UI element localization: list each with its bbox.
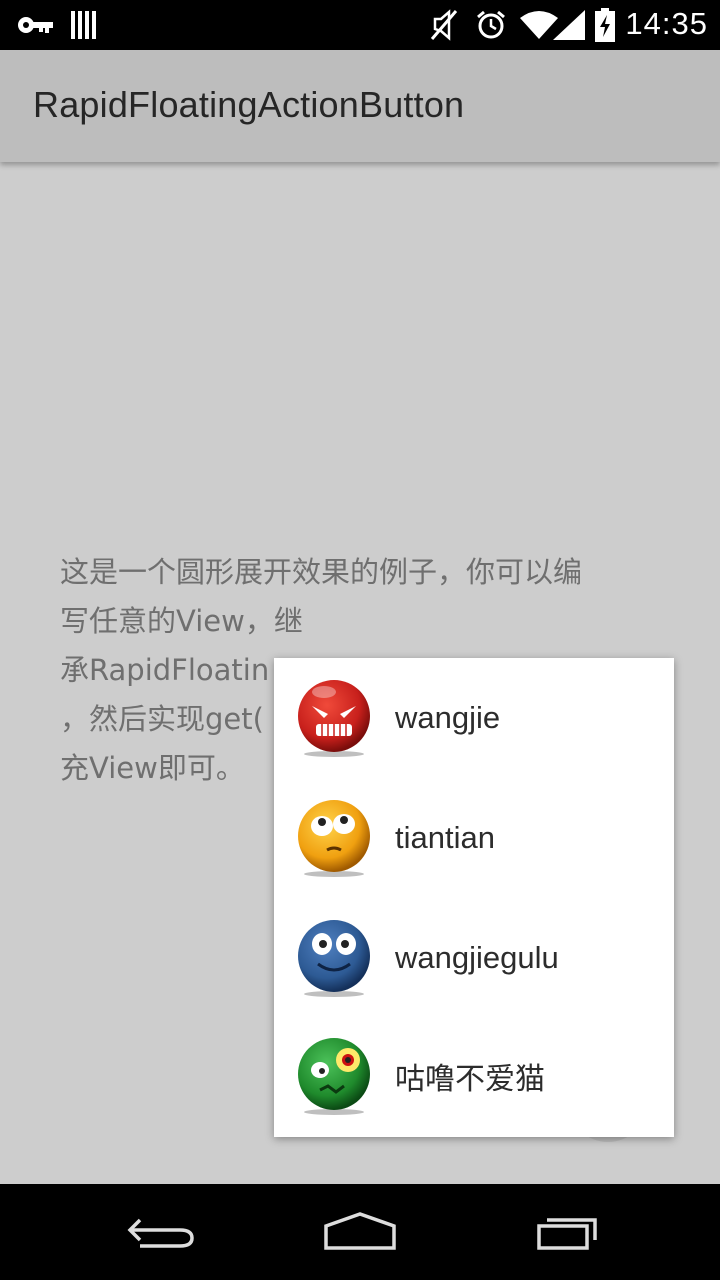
status-bar: 14:35	[0, 0, 720, 50]
battery-icon	[594, 8, 616, 42]
recents-icon[interactable]	[518, 1204, 608, 1260]
menu-item-label: wangjiegulu	[395, 940, 559, 975]
description-line: 这是一个圆形展开效果的例子，你可以编	[60, 555, 583, 589]
signal-icon	[552, 8, 586, 42]
orange-face-icon	[294, 798, 374, 878]
red-angry-face-icon	[294, 678, 374, 758]
navigation-bar	[0, 1184, 720, 1280]
menu-item-label: tiantian	[395, 820, 495, 855]
menu-item-gulu-cat[interactable]: 咕噜不爱猫	[274, 1016, 674, 1136]
fab-popup-menu: wangjie tiantian wangjiegulu 咕噜不爱猫	[274, 658, 674, 1137]
menu-item-label: wangjie	[395, 700, 501, 735]
app-title: RapidFloatingActionButton	[33, 84, 465, 125]
home-icon[interactable]	[315, 1204, 405, 1260]
menu-item-wangjie[interactable]: wangjie	[274, 658, 674, 778]
menu-item-wangjiegulu[interactable]: wangjiegulu	[274, 898, 674, 1018]
green-face-icon	[294, 1036, 374, 1116]
menu-item-tiantian[interactable]: tiantian	[274, 778, 674, 898]
menu-item-label: 咕噜不爱猫	[395, 1062, 545, 1097]
key-icon	[16, 8, 56, 42]
status-time: 14:35	[625, 6, 708, 41]
alarm-icon	[474, 8, 508, 42]
blue-face-icon	[294, 918, 374, 998]
mute-icon	[428, 8, 460, 42]
back-icon[interactable]	[116, 1204, 206, 1260]
action-bar: RapidFloatingActionButton	[0, 50, 720, 162]
description-line: 写任意的View，继	[60, 604, 303, 638]
barcode-icon	[70, 8, 98, 42]
